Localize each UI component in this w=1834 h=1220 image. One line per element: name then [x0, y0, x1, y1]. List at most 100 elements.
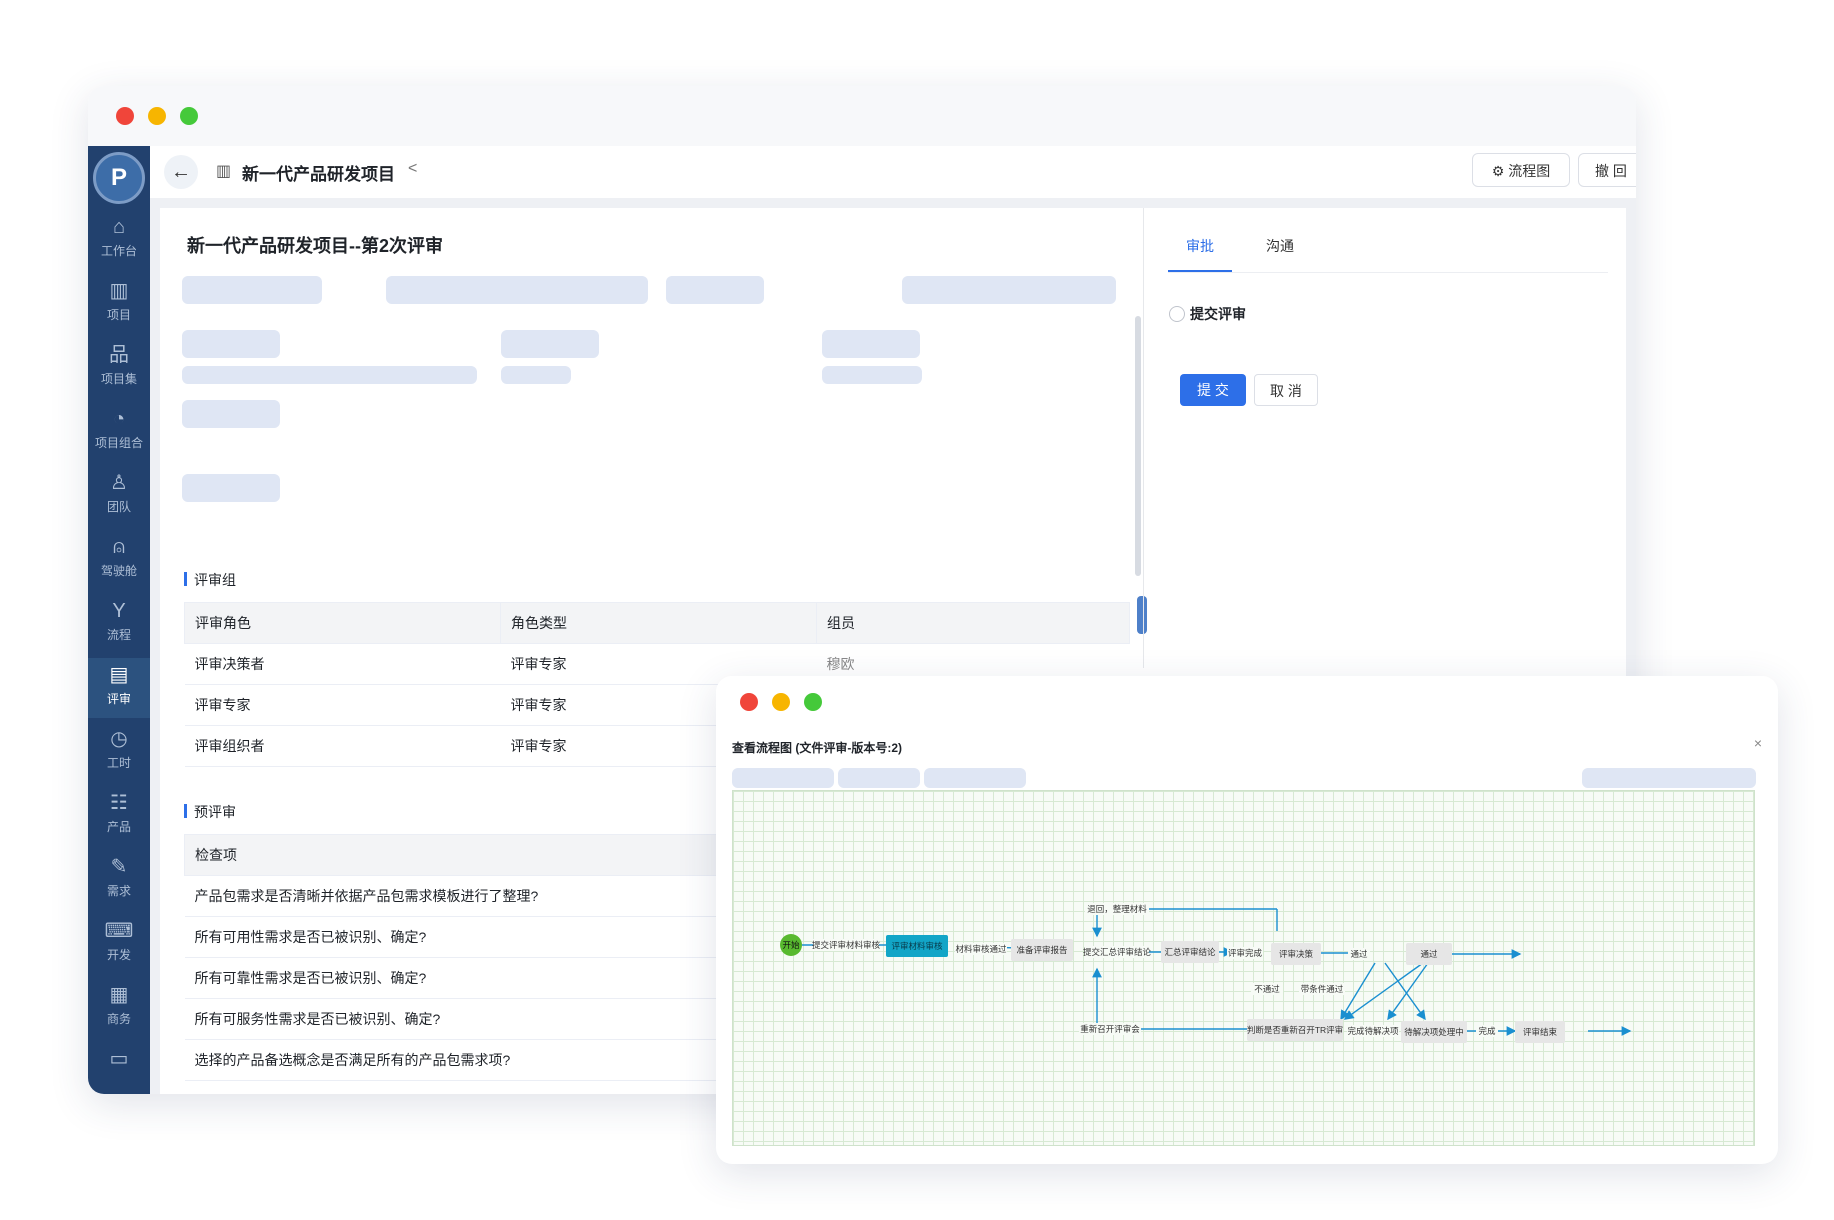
submit-review-label: 提交评审: [1190, 306, 1246, 322]
arrow-left-icon: ←: [171, 161, 191, 183]
maximize-window-button[interactable]: [804, 693, 822, 711]
sidebar-item-process[interactable]: Y 流程: [88, 594, 150, 654]
home-icon: ⌂: [112, 216, 126, 238]
submit-review-radio[interactable]: [1169, 306, 1185, 322]
branch-icon: Y: [112, 600, 126, 622]
node-label: 评审材料审核: [891, 941, 943, 951]
sidebar: P ⌂ 工作台 ▥ 项目 品 项目集 ◔ 项目组合 ♙ 团队 ⍝ 驾驶舱 Y 流…: [88, 146, 150, 1094]
sidebar-item-portfolio[interactable]: ◔ 项目组合: [88, 402, 150, 462]
skeleton-placeholder: [1582, 768, 1756, 788]
back-button[interactable]: ←: [164, 155, 198, 189]
sidebar-item-business[interactable]: ▦ 商务: [88, 978, 150, 1038]
tab-communicate[interactable]: 沟通: [1266, 236, 1294, 256]
review-icon: ▤: [109, 664, 129, 686]
alarm-icon: ⍝: [113, 536, 125, 558]
edge-label: 完成: [1478, 1026, 1496, 1036]
sidebar-item-dev[interactable]: ⌨ 开发: [88, 914, 150, 974]
withdraw-button[interactable]: 撤 回: [1578, 153, 1636, 187]
grid-list-icon: ☷: [110, 792, 128, 814]
terminal-icon: ⌨: [104, 920, 134, 942]
node-label: 评审决策: [1279, 949, 1314, 959]
edge-label: 通过: [1350, 949, 1368, 959]
flowchart-icon: ⚙: [1491, 163, 1509, 179]
sidebar-item-product[interactable]: ☷ 产品: [88, 786, 150, 846]
clock-icon: ◷: [110, 728, 128, 750]
node-label: 判断是否重新召开TR评审: [1247, 1025, 1343, 1035]
column-header: 组员: [816, 602, 1130, 644]
edge-label: 重新召开评审会: [1080, 1024, 1140, 1034]
panel-divider: [1143, 208, 1144, 668]
sidebar-item-project[interactable]: ▥ 项目: [88, 274, 150, 334]
sidebar-item-docs[interactable]: ▭: [88, 1042, 150, 1094]
minimize-window-button[interactable]: [772, 693, 790, 711]
skeleton-placeholder: [182, 330, 280, 358]
skeleton-placeholder: [924, 768, 1026, 788]
flowchart-svg: 开始 提交评审材料审核 评审材料审核 材料审核通过 准备评审报告 提交汇总评审结…: [780, 903, 1632, 1043]
close-icon[interactable]: ×: [1754, 735, 1762, 751]
edge-label: 材料审核通过: [955, 944, 1007, 954]
skeleton-placeholder: [182, 366, 477, 384]
sidebar-item-cockpit[interactable]: ⍝ 驾驶舱: [88, 530, 150, 590]
review-group-heading: 评审组: [184, 570, 236, 590]
skeleton-placeholder: [902, 276, 1116, 304]
skeleton-placeholder: [822, 366, 922, 384]
panel-collapse-handle[interactable]: [1137, 596, 1147, 634]
top-toolbar: ← ▥ 新一代产品研发项目 < ⚙ 流程图 撤 回 ···: [150, 146, 1636, 198]
close-window-button[interactable]: [116, 107, 134, 125]
edge-label: 完成待解决项: [1347, 1026, 1399, 1036]
hierarchy-icon: 品: [109, 344, 129, 366]
sidebar-item-team[interactable]: ♙ 团队: [88, 466, 150, 526]
skeleton-placeholder: [182, 400, 280, 428]
content-scrollbar[interactable]: [1135, 316, 1141, 576]
tabs-divider: [1168, 272, 1608, 273]
doc-title: 新一代产品研发项目--第2次评审: [187, 236, 443, 256]
edge-label: 评审完成: [1228, 948, 1263, 958]
business-icon: ▦: [109, 984, 129, 1006]
prereview-heading: 预评审: [184, 802, 236, 822]
node-label: 通过: [1420, 949, 1438, 959]
team-icon: ♙: [110, 472, 128, 494]
dialog-title: 查看流程图 (文件评审-版本号:2): [732, 741, 902, 755]
cancel-button[interactable]: 取 消: [1254, 374, 1318, 406]
sidebar-item-review[interactable]: ▤ 评审: [88, 658, 150, 718]
edge-label: 退回，整理材料: [1087, 904, 1147, 914]
flowchart-dialog: 查看流程图 (文件评审-版本号:2) × 开始 提交评审材料审核 评审材料审核 …: [716, 676, 1778, 1164]
edge-label: 带条件通过: [1301, 984, 1344, 994]
sidebar-item-timesheet[interactable]: ◷ 工时: [88, 722, 150, 782]
edit-icon: ✎: [110, 856, 128, 878]
board-icon: ▥: [109, 280, 129, 302]
skeleton-placeholder: [501, 366, 571, 384]
sidebar-item-workbench[interactable]: ⌂ 工作台: [88, 210, 150, 270]
board-icon: ▥: [216, 163, 232, 180]
flowchart-button[interactable]: ⚙ 流程图: [1472, 153, 1570, 187]
tab-approve[interactable]: 审批: [1186, 236, 1214, 256]
skeleton-placeholder: [182, 276, 322, 304]
app-logo[interactable]: P: [93, 152, 145, 204]
edge-label: 不通过: [1254, 984, 1280, 994]
sidebar-item-requirement[interactable]: ✎ 需求: [88, 850, 150, 910]
close-window-button[interactable]: [740, 693, 758, 711]
flowchart-canvas: 开始 提交评审材料审核 评审材料审核 材料审核通过 准备评审报告 提交汇总评审结…: [732, 790, 1755, 1146]
skeleton-placeholder: [182, 474, 280, 502]
share-icon[interactable]: <: [408, 160, 417, 178]
node-label: 汇总评审结论: [1164, 947, 1216, 957]
skeleton-placeholder: [666, 276, 764, 304]
column-header: 角色类型: [500, 602, 817, 644]
book-icon: ▭: [109, 1048, 129, 1070]
minimize-window-button[interactable]: [148, 107, 166, 125]
edge-label: 提交评审材料审核: [812, 940, 881, 950]
maximize-window-button[interactable]: [180, 107, 198, 125]
skeleton-placeholder: [838, 768, 920, 788]
submit-button[interactable]: 提 交: [1180, 374, 1246, 406]
column-header: 评审角色: [184, 602, 501, 644]
gauge-icon: ◔: [112, 408, 126, 430]
window-titlebar: [88, 86, 1636, 146]
skeleton-placeholder: [732, 768, 834, 788]
skeleton-placeholder: [822, 330, 920, 358]
skeleton-placeholder: [386, 276, 648, 304]
edge-label: 提交汇总评审结论: [1083, 947, 1152, 957]
sidebar-item-program[interactable]: 品 项目集: [88, 338, 150, 398]
start-label: 开始: [782, 940, 800, 950]
node-label: 准备评审报告: [1016, 945, 1067, 955]
skeleton-placeholder: [501, 330, 599, 358]
